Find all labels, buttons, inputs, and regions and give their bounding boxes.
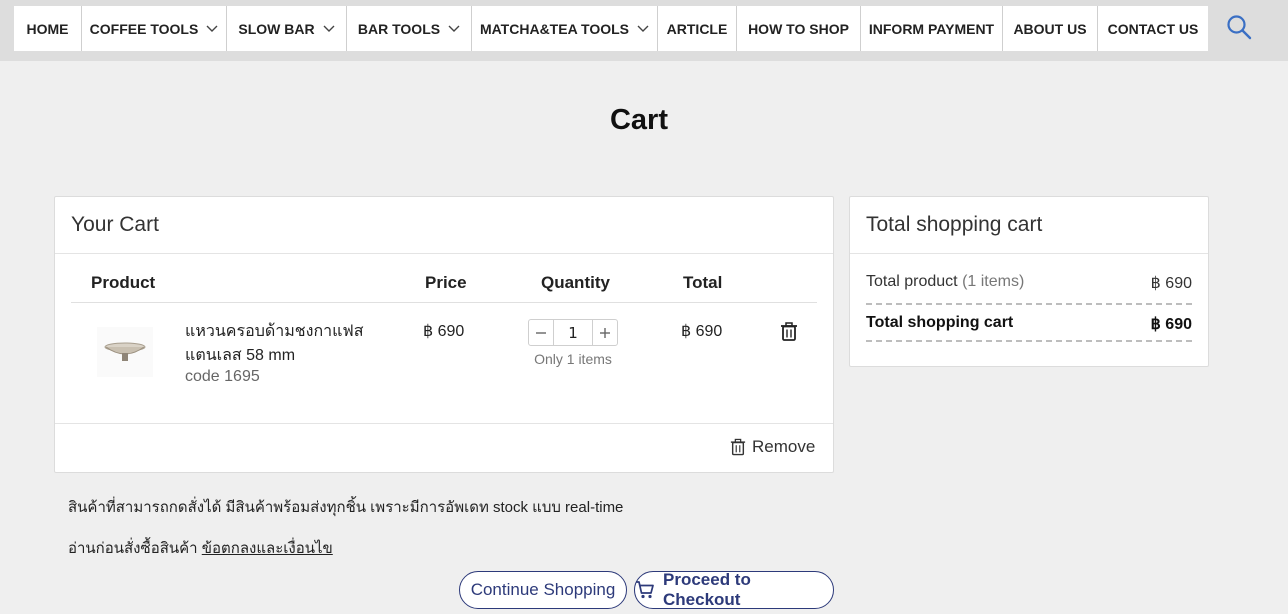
column-header-product: Product bbox=[91, 273, 156, 292]
summary-product-count: (1 items) bbox=[962, 273, 1025, 290]
chevron-down-icon bbox=[637, 25, 649, 32]
summary-product-row: Total product (1 items) ฿ 690 bbox=[866, 273, 1192, 293]
dashed-divider bbox=[866, 340, 1192, 342]
chevron-down-icon bbox=[448, 25, 460, 32]
nav-slow-bar-label: SLOW BAR bbox=[238, 20, 315, 37]
proceed-to-checkout-label: Proceed to Checkout bbox=[663, 570, 751, 609]
summary-product-label-wrap: Total product (1 items) bbox=[866, 273, 1024, 293]
nav-contact-us[interactable]: CONTACT US bbox=[1098, 6, 1208, 51]
nav-article-label: ARTICLE bbox=[666, 20, 728, 37]
trash-icon[interactable] bbox=[780, 322, 798, 341]
nav-matcha-tea-tools[interactable]: MATCHA&TEA TOOLS bbox=[472, 6, 658, 51]
quantity-value[interactable]: 1 bbox=[553, 320, 593, 345]
nav-about-us-label: ABOUT US bbox=[1013, 20, 1087, 37]
increase-quantity-button[interactable] bbox=[593, 320, 617, 345]
nav-about-us[interactable]: ABOUT US bbox=[1003, 6, 1098, 51]
dashed-divider bbox=[866, 303, 1192, 305]
decrease-quantity-button[interactable] bbox=[529, 320, 553, 345]
nav-matcha-tea-tools-label: MATCHA&TEA TOOLS bbox=[479, 20, 630, 37]
summary-total-value: ฿ 690 bbox=[1150, 316, 1192, 333]
nav-slow-bar[interactable]: SLOW BAR bbox=[227, 6, 347, 51]
summary-total-row: Total shopping cart ฿ 690 bbox=[866, 314, 1192, 334]
top-navbar: HOME COFFEE TOOLS SLOW BAR BAR TOOLS MAT… bbox=[0, 0, 1288, 61]
remove-all-button[interactable]: Remove bbox=[730, 437, 815, 457]
nav-how-to-shop[interactable]: HOW TO SHOP bbox=[737, 6, 861, 51]
search-icon[interactable] bbox=[1226, 14, 1252, 40]
summary-product-value: ฿ 690 bbox=[1150, 275, 1192, 292]
chevron-down-icon bbox=[323, 25, 335, 32]
terms-link[interactable]: ข้อตกลงและเงื่อนไข bbox=[202, 540, 333, 557]
nav-article[interactable]: ARTICLE bbox=[658, 6, 737, 51]
summary-heading: Total shopping cart bbox=[850, 197, 1208, 254]
quantity-stepper: 1 bbox=[528, 319, 618, 346]
product-price: ฿ 690 bbox=[423, 323, 465, 340]
nav-bar-tools[interactable]: BAR TOOLS bbox=[347, 6, 472, 51]
product-name[interactable]: แหวนครอบด้ามชงกาแฟสแตนเลส 58 mm bbox=[185, 320, 385, 368]
cart-icon bbox=[636, 581, 654, 599]
column-header-price: Price bbox=[425, 273, 467, 292]
nav-coffee-tools-label: COFFEE TOOLS bbox=[89, 20, 199, 37]
summary-product-label: Total product bbox=[866, 273, 958, 290]
remove-label: Remove bbox=[752, 437, 816, 456]
line-total: ฿ 690 bbox=[681, 323, 723, 340]
product-code: code 1695 bbox=[185, 368, 260, 385]
continue-shopping-button[interactable]: Continue Shopping bbox=[459, 571, 627, 609]
nav-home-label: HOME bbox=[26, 20, 69, 37]
column-header-total: Total bbox=[683, 273, 723, 292]
chevron-down-icon bbox=[206, 25, 218, 32]
footer-divider bbox=[55, 423, 833, 424]
column-header-quantity: Quantity bbox=[541, 273, 610, 292]
main-menu: HOME COFFEE TOOLS SLOW BAR BAR TOOLS MAT… bbox=[14, 6, 1208, 51]
plus-icon bbox=[600, 327, 610, 338]
nav-bar-tools-label: BAR TOOLS bbox=[357, 20, 441, 37]
page-title: Cart bbox=[609, 104, 668, 136]
trash-icon bbox=[730, 438, 746, 456]
proceed-to-checkout-button[interactable]: Proceed to Checkout bbox=[634, 570, 834, 609]
nav-coffee-tools[interactable]: COFFEE TOOLS bbox=[82, 6, 227, 51]
nav-inform-payment-label: INFORM PAYMENT bbox=[868, 20, 995, 37]
summary-total-label: Total shopping cart bbox=[866, 314, 1014, 331]
terms-note: อ่านก่อนสั่งซื้อสินค้า ข้อตกลงและเงื่อนไ… bbox=[68, 536, 333, 560]
stock-note: สินค้าที่สามารถกดสั่งได้ มีสินค้าพร้อมส่… bbox=[68, 499, 624, 516]
nav-how-to-shop-label: HOW TO SHOP bbox=[748, 20, 849, 37]
nav-contact-us-label: CONTACT US bbox=[1107, 20, 1199, 37]
terms-prefix: อ่านก่อนสั่งซื้อสินค้า bbox=[68, 540, 198, 557]
cart-panel: Your Cart Product Price Quantity Total แ… bbox=[54, 196, 834, 473]
stock-limit-note: Only 1 items bbox=[534, 351, 612, 367]
continue-shopping-label: Continue Shopping bbox=[470, 580, 616, 599]
cart-heading: Your Cart bbox=[55, 197, 833, 254]
summary-panel: Total shopping cart Total product (1 ite… bbox=[849, 196, 1209, 367]
minus-icon bbox=[536, 331, 546, 334]
nav-inform-payment[interactable]: INFORM PAYMENT bbox=[861, 6, 1003, 51]
product-thumbnail[interactable] bbox=[97, 327, 153, 377]
header-divider bbox=[71, 302, 817, 303]
nav-home[interactable]: HOME bbox=[14, 6, 82, 51]
